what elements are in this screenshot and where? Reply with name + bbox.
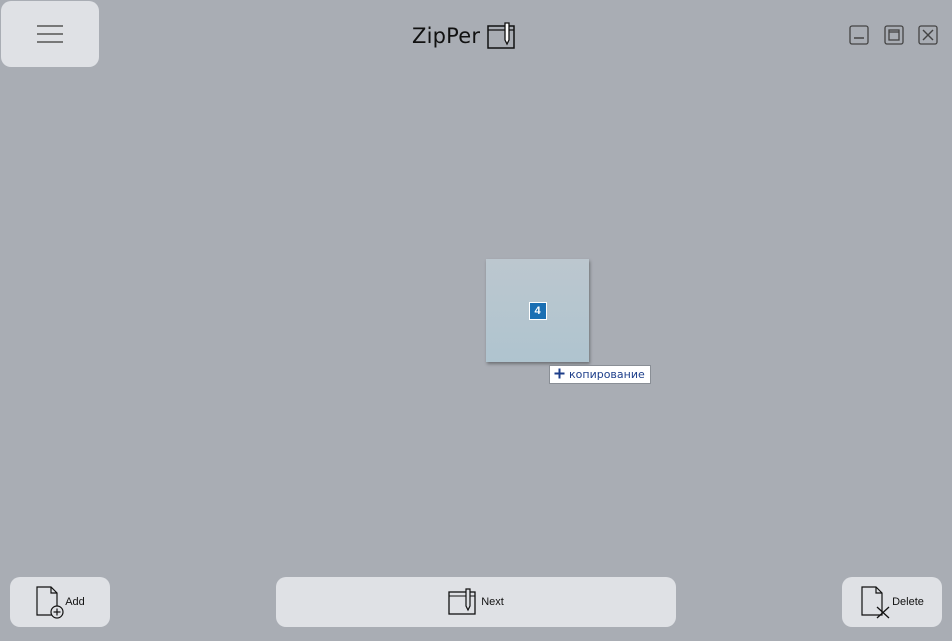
- minimize-button[interactable]: [848, 24, 870, 46]
- hamburger-icon: [37, 24, 63, 44]
- add-button-label: Add: [65, 596, 85, 608]
- close-button[interactable]: [917, 24, 939, 46]
- file-add-icon: [35, 585, 65, 619]
- drop-hint-tooltip: копирование: [549, 365, 651, 384]
- next-button-label: Next: [481, 596, 504, 608]
- app-title: ZipPer: [412, 24, 481, 48]
- notebook-pen-icon: [487, 22, 517, 50]
- next-button[interactable]: Next: [276, 577, 676, 627]
- menu-button[interactable]: [1, 1, 99, 67]
- delete-button-label: Delete: [892, 596, 924, 608]
- file-delete-icon: [860, 585, 892, 619]
- maximize-icon: [884, 25, 904, 45]
- add-button[interactable]: Add: [10, 577, 110, 627]
- dragged-page-tile[interactable]: 4: [486, 259, 589, 362]
- plus-icon: [553, 368, 565, 382]
- minimize-icon: [849, 25, 869, 45]
- drop-hint-label: копирование: [569, 368, 645, 381]
- maximize-button[interactable]: [883, 24, 905, 46]
- close-icon: [918, 25, 938, 45]
- page-number-badge: 4: [528, 301, 547, 320]
- app-title-area: ZipPer: [412, 20, 517, 52]
- delete-button[interactable]: Delete: [842, 577, 942, 627]
- notebook-pen-icon: [448, 588, 478, 616]
